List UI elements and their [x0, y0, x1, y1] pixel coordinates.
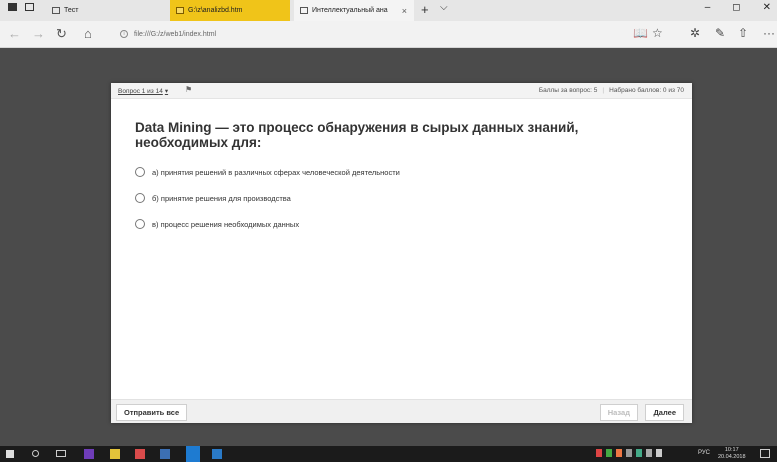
close-icon[interactable]: ✕ — [763, 2, 771, 13]
tray-icon[interactable] — [606, 449, 612, 457]
answer-option-b[interactable]: б) принятие решения для производства — [135, 192, 400, 204]
task-view-icon[interactable] — [56, 450, 66, 457]
page-icon — [52, 7, 60, 14]
visual-studio-icon[interactable] — [84, 449, 94, 459]
back-icon[interactable]: ← — [8, 26, 21, 41]
favorites-hub-icon[interactable]: ✲ — [690, 26, 700, 40]
question-text: Data Mining — это процесс обнаружения в … — [135, 120, 579, 150]
clock[interactable]: 10:17 20.04.2018 — [718, 447, 746, 460]
tray-icon[interactable] — [636, 449, 642, 457]
tab-label: G:\z\analizbd.htm — [188, 7, 243, 14]
flag-icon[interactable]: ⚑ — [185, 85, 192, 94]
chevron-down-icon: ▾ — [164, 88, 169, 95]
submit-all-button[interactable]: Отправить все — [116, 404, 188, 421]
points-total: Набрано баллов: 0 из 70 — [609, 87, 684, 94]
answer-list: а) принятия решений в различных сферах ч… — [135, 166, 400, 244]
reading-view-icon[interactable]: 📖 — [633, 26, 648, 40]
web-note-icon[interactable]: ✎ — [715, 26, 725, 40]
folder-icon — [176, 7, 184, 14]
app-icon[interactable] — [135, 449, 145, 459]
score-separator: | — [602, 87, 605, 94]
browser-tab-strip: Тест G:\z\analizbd.htm Интеллектуальный … — [0, 0, 777, 21]
favorite-star-icon[interactable]: ☆ — [652, 26, 663, 40]
search-icon[interactable] — [32, 450, 39, 457]
score-info: Баллы за вопрос: 5 | Набрано баллов: 0 и… — [539, 87, 684, 94]
back-button[interactable]: Назад — [599, 404, 638, 421]
more-icon[interactable]: ··· — [763, 26, 775, 40]
show-tabs-aside-icon[interactable] — [25, 3, 34, 11]
quiz-header: Вопрос 1 из 14 ▾ ⚑ Баллы за вопрос: 5 | Н… — [111, 83, 692, 99]
set-aside-tabs-icon[interactable] — [8, 3, 17, 11]
answer-label: в) процесс решения необходимых данных — [152, 219, 300, 229]
app-icon[interactable] — [160, 449, 170, 459]
tab-quiz-active[interactable]: Интеллектуальный ана × — [294, 0, 414, 21]
tab-test[interactable]: Тест — [46, 0, 166, 21]
forward-icon[interactable]: → — [32, 26, 45, 41]
windows-taskbar: РУС 10:17 20.04.2018 — [0, 446, 777, 462]
answer-label: а) принятия решений в различных сферах ч… — [152, 167, 400, 177]
edge-browser-icon[interactable] — [186, 446, 200, 462]
question-navigator[interactable]: Вопрос 1 из 14 ▾ — [118, 87, 168, 95]
tab-list-chevron-icon[interactable]: ⌵ — [440, 2, 448, 13]
tray-icon[interactable] — [616, 449, 622, 457]
tab-analizbd[interactable]: G:\z\analizbd.htm — [170, 0, 290, 21]
refresh-icon[interactable]: ↻ — [56, 26, 67, 42]
language-indicator[interactable]: РУС — [698, 450, 710, 456]
radio-button[interactable] — [135, 167, 145, 177]
tab-close-icon[interactable]: × — [402, 6, 407, 16]
home-icon[interactable]: ⌂ — [84, 26, 92, 41]
address-bar: ← → ↻ ⌂ i file:///G:/z/web1/index.html 📖… — [0, 21, 777, 48]
windows-start-icon[interactable] — [6, 450, 14, 458]
tab-strip-actions — [8, 3, 34, 11]
info-icon[interactable]: i — [120, 30, 128, 38]
volume-icon[interactable] — [656, 449, 662, 457]
app-icon[interactable] — [212, 449, 222, 459]
radio-button[interactable] — [135, 219, 145, 229]
window-controls: – ◻ ✕ — [705, 2, 771, 13]
radio-button[interactable] — [135, 193, 145, 203]
page-icon — [300, 7, 308, 14]
url-field[interactable]: i file:///G:/z/web1/index.html — [120, 30, 216, 38]
system-tray — [596, 449, 662, 457]
share-icon[interactable]: ⇧ — [738, 26, 748, 40]
question-counter: Вопрос 1 из 14 — [118, 88, 163, 95]
tray-icon[interactable] — [626, 449, 632, 457]
tab-label: Интеллектуальный ана — [312, 7, 388, 14]
url-text: file:///G:/z/web1/index.html — [134, 30, 217, 38]
file-explorer-icon[interactable] — [110, 449, 120, 459]
minimize-icon[interactable]: – — [705, 2, 711, 13]
answer-option-a[interactable]: а) принятия решений в различных сферах ч… — [135, 166, 400, 178]
new-tab-icon[interactable]: + — [421, 2, 429, 17]
answer-label: б) принятие решения для производства — [152, 193, 291, 203]
tray-icon[interactable] — [596, 449, 602, 457]
answer-option-c[interactable]: в) процесс решения необходимых данных — [135, 218, 400, 230]
clock-date: 20.04.2018 — [718, 453, 746, 460]
quiz-card: Вопрос 1 из 14 ▾ ⚑ Баллы за вопрос: 5 | Н… — [111, 83, 692, 423]
tab-label: Тест — [64, 7, 79, 14]
quiz-footer: Отправить все Назад Далее — [111, 399, 692, 423]
notifications-icon[interactable] — [760, 449, 770, 458]
network-icon[interactable] — [646, 449, 652, 457]
points-per-question: Баллы за вопрос: 5 — [538, 87, 598, 94]
maximize-icon[interactable]: ◻ — [732, 2, 740, 13]
next-button[interactable]: Далее — [645, 404, 684, 421]
